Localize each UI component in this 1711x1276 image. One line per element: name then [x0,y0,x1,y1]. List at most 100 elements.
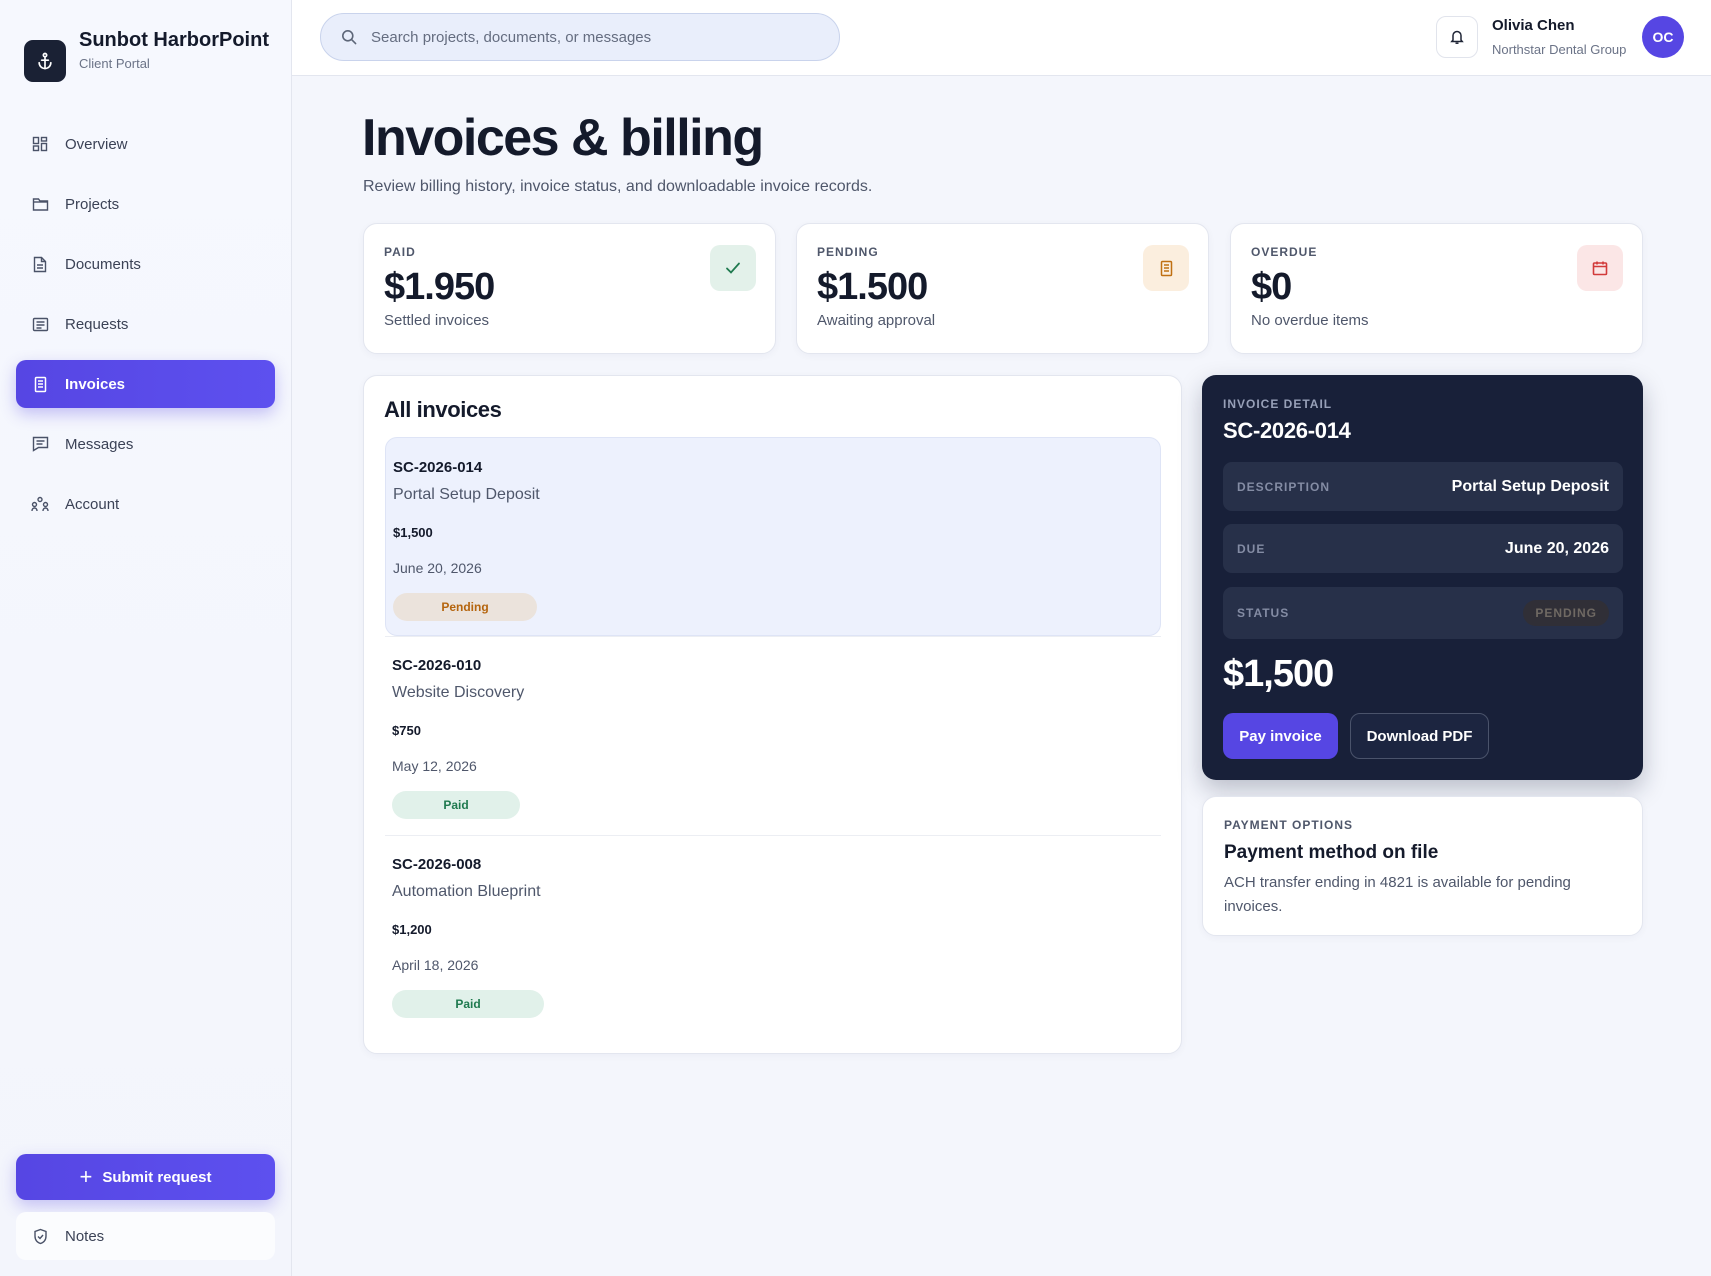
user-name: Olivia Chen [1492,17,1575,34]
invoice-due-date: June 20, 2026 [393,560,482,576]
search-bar[interactable] [320,13,840,61]
people-icon [31,495,49,513]
search-icon [341,29,357,45]
invoice-row[interactable]: SC-2026-010 Website Discovery $750 May 1… [385,636,1161,835]
status-badge: Pending [393,593,537,621]
sidebar-item-label: Documents [65,255,141,273]
detail-key: DUE [1237,541,1266,556]
payment-method-description: ACH transfer ending in 4821 is available… [1224,874,1571,915]
detail-key: STATUS [1237,606,1290,620]
payment-options-card: PAYMENT OPTIONS Payment method on file A… [1202,796,1643,936]
brand[interactable]: Sunbot HarborPoint Client Portal [24,29,269,82]
sidebar-item-label: Overview [65,135,128,153]
sidebar-item-notes[interactable]: Notes [16,1212,275,1260]
page-title: Invoices & billing [362,109,764,167]
sidebar: Sunbot HarborPoint Client Portal Overvie… [0,0,292,1276]
payment-options-label: PAYMENT OPTIONS [1224,818,1354,832]
pay-invoice-button[interactable]: Pay invoice [1223,713,1338,759]
sidebar-item-projects[interactable]: Projects [16,180,275,228]
stat-label: PAID [384,245,416,259]
status-badge: PENDING [1523,600,1609,626]
payment-method-title: Payment method on file [1224,842,1439,863]
page-subtitle: Review billing history, invoice status, … [363,178,873,195]
sidebar-item-label: Messages [65,435,134,453]
layout-grid-icon [31,135,49,153]
stat-note: No overdue items [1251,312,1369,329]
sidebar-item-requests[interactable]: Requests [16,300,275,348]
check-icon [710,245,756,291]
invoice-id: SC-2026-008 [392,856,482,873]
invoice-description: Automation Blueprint [392,883,541,900]
receipt-icon [31,375,49,393]
sidebar-item-label: Account [65,495,120,513]
row-divider [385,636,1161,637]
document-icon [31,255,49,273]
invoice-amount: $750 [392,723,421,738]
sidebar-item-label: Invoices [65,375,126,393]
detail-value: Portal Setup Deposit [1451,477,1609,495]
invoice-description: Portal Setup Deposit [393,486,540,503]
notifications-button[interactable] [1436,16,1478,58]
invoice-detail-panel: INVOICE DETAIL SC-2026-014 DESCRIPTION P… [1202,375,1643,780]
detail-due-row: DUE June 20, 2026 [1223,524,1623,573]
message-icon [31,435,49,453]
submit-request-label: Submit request [102,1168,212,1186]
stat-label: PENDING [817,245,879,259]
invoice-id: SC-2026-010 [392,657,482,674]
brand-subtitle: Client Portal [79,56,150,71]
topbar: Olivia Chen Northstar Dental Group OC [292,0,1711,76]
detail-description-row: DESCRIPTION Portal Setup Deposit [1223,462,1623,511]
sidebar-item-label: Projects [65,195,120,213]
invoice-detail-label: INVOICE DETAIL [1223,397,1333,411]
detail-key: DESCRIPTION [1237,479,1331,494]
notes-label: Notes [65,1227,105,1245]
user-info[interactable]: Olivia Chen Northstar Dental Group [1492,17,1626,57]
invoice-row[interactable]: SC-2026-008 Automation Blueprint $1,200 … [385,835,1161,1034]
sidebar-item-overview[interactable]: Overview [16,120,275,168]
stat-value: $1.500 [817,266,928,308]
anchor-icon [24,40,66,82]
status-badge: Paid [392,791,520,819]
status-badge: Paid [392,990,544,1018]
avatar[interactable]: OC [1642,16,1684,58]
stat-value: $1.950 [384,266,495,308]
invoice-id: SC-2026-014 [393,459,483,476]
sidebar-item-invoices[interactable]: Invoices [16,360,275,408]
invoice-amount: $1,200 [392,922,432,937]
sidebar-item-documents[interactable]: Documents [16,240,275,288]
plus-icon: + [79,1164,93,1189]
invoice-due-date: May 12, 2026 [392,758,477,774]
detail-status-row: STATUS PENDING [1223,587,1623,639]
stat-value: $0 [1251,266,1292,308]
all-invoices-title: All invoices [384,397,502,422]
sidebar-item-account[interactable]: Account [16,480,275,528]
calendar-icon [1577,245,1623,291]
stat-note: Settled invoices [384,312,490,329]
receipt-icon [1143,245,1189,291]
folder-icon [31,195,49,213]
invoice-description: Website Discovery [392,684,525,701]
sidebar-item-label: Requests [65,315,129,333]
stat-card-pending: PENDING $1.500 Awaiting approval [796,223,1209,354]
invoice-due-date: April 18, 2026 [392,957,479,973]
list-icon [31,315,49,333]
all-invoices-card: All invoices SC-2026-014 Portal Setup De… [363,375,1182,1054]
stat-label: OVERDUE [1251,245,1318,259]
stat-note: Awaiting approval [817,312,936,329]
submit-request-button[interactable]: + Submit request [16,1154,275,1200]
shield-icon [31,1227,49,1245]
sidebar-item-messages[interactable]: Messages [16,420,275,468]
download-pdf-button[interactable]: Download PDF [1350,713,1489,759]
stat-card-overdue: OVERDUE $0 No overdue items [1230,223,1643,354]
invoice-row[interactable]: SC-2026-014 Portal Setup Deposit $1,500 … [385,437,1161,636]
bell-icon [1450,29,1464,45]
sidebar-nav: Overview Projects Documents Requests Inv… [16,120,275,540]
detail-value: June 20, 2026 [1504,539,1609,557]
brand-name: Sunbot HarborPoint [79,29,269,51]
row-divider [385,835,1161,836]
invoice-detail-id: SC-2026-014 [1223,418,1351,443]
invoice-detail-amount: $1,500 [1223,653,1334,695]
search-input[interactable] [371,28,811,46]
user-organization: Northstar Dental Group [1492,42,1627,57]
stat-card-paid: PAID $1.950 Settled invoices [363,223,776,354]
